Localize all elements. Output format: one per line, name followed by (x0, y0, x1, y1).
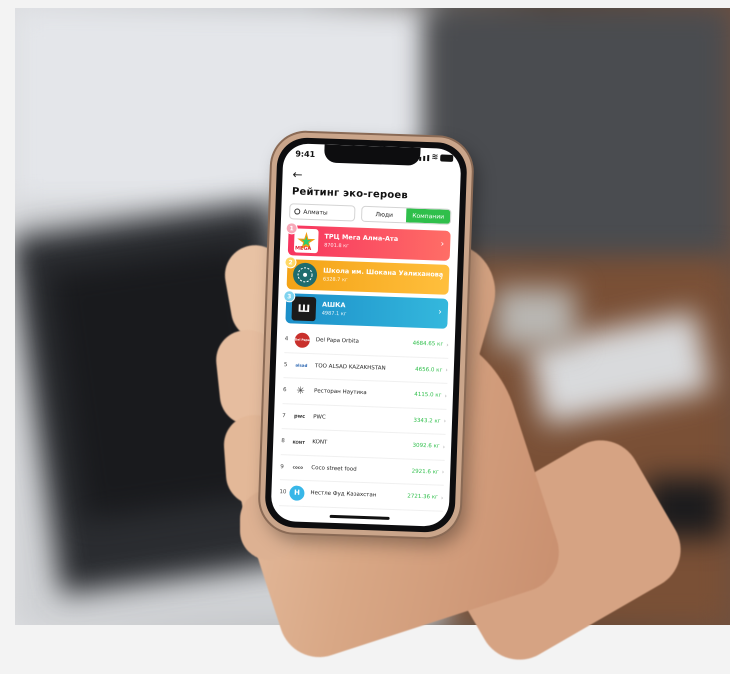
company-value: 2921.6 кг (411, 468, 439, 476)
arrow-left-icon[interactable]: ← (292, 167, 303, 181)
chevron-right-icon: › (445, 367, 448, 375)
chevron-right-icon: › (441, 468, 445, 477)
signal-icon (423, 155, 426, 161)
rank-number: 7 (282, 412, 286, 419)
phone-screen: 9:41 ≋ ← Рейтинг эко-героев Алматы Люди … (270, 143, 462, 527)
company-avatar: pwc (291, 408, 308, 425)
city-label: Алматы (303, 208, 328, 217)
chevron-right-icon: › (446, 341, 449, 349)
rank-number: 5 (283, 361, 288, 369)
status-icons: ≋ (415, 152, 454, 162)
company-name: Нестле Фуд Казахстан (310, 490, 377, 499)
chevron-right-icon: › (440, 494, 444, 502)
company-name: Coco street food (311, 464, 357, 473)
company-name: ТРЦ Мега Алма-Ата (324, 232, 399, 244)
company-score: 6328.7 кг (322, 276, 348, 284)
city-selector[interactable]: Алматы (288, 203, 356, 222)
phone-notch (323, 144, 421, 166)
company-logo-text: MEGA (294, 245, 312, 253)
company-logo: Ш (291, 296, 317, 322)
rank-number: 10 (279, 489, 287, 496)
chevron-right-icon: › (442, 443, 446, 451)
rank-list: 4 Del Papa Del Papa Orbita 4684.65 кг › … (278, 327, 450, 512)
chevron-right-icon: › (444, 392, 448, 400)
rank-number: 6 (282, 387, 287, 394)
company-name: ТОО ALSAD KAZAKHSTAN (314, 362, 386, 372)
location-icon (294, 208, 301, 215)
company-value: 2721.36 кг (407, 493, 439, 501)
chevron-right-icon: › (440, 239, 445, 250)
company-avatar: alsad (293, 357, 310, 374)
company-value: 4115.0 кг (414, 391, 442, 399)
company-logo (292, 262, 318, 288)
battery-icon (440, 154, 454, 162)
company-avatar: ✳ (292, 383, 309, 399)
company-name: PWC (313, 413, 326, 421)
page-title: Рейтинг эко-героев (291, 186, 409, 202)
company-value: 3343.2 кг (413, 417, 441, 425)
rank-number: 9 (280, 463, 284, 470)
list-item[interactable]: 10 H Нестле Фуд Казахстан 2721.36 кг › (278, 480, 444, 512)
tab-people[interactable]: Люди (362, 207, 406, 223)
top-rank-card[interactable]: MEGA 1 ТРЦ Мега Алма-Ата 8701.8 кг › (285, 222, 451, 261)
filter-bar: Алматы Люди Компании (288, 203, 452, 225)
company-name: Ресторан Наутика (313, 388, 367, 397)
company-avatar: coco (290, 459, 306, 476)
chevron-right-icon: › (443, 418, 447, 426)
segment-control: Люди Компании (360, 205, 452, 225)
rank-number: 8 (281, 438, 285, 445)
tab-companies[interactable]: Компании (405, 208, 451, 224)
top-rank-card[interactable]: Ш 3 АШКА 4987.1 кг › (283, 290, 449, 329)
company-name: Del Papa Orbita (315, 337, 359, 346)
top-rank-card[interactable]: 2 Школа им. Шокана Уалиханова 6328.7 кг … (284, 256, 450, 295)
company-avatar: Del Papa (294, 332, 311, 348)
company-name: АШКА (321, 300, 346, 310)
company-avatar: KONT (290, 434, 307, 450)
status-time: 9:41 (295, 149, 316, 160)
company-value: 3092.6 кг (412, 442, 440, 450)
company-value: 4656.0 кг (415, 366, 443, 374)
rank-number: 4 (284, 336, 289, 343)
background-window (425, 8, 730, 268)
company-score: 4987.1 кг (321, 310, 347, 318)
company-logo: MEGA (293, 228, 319, 254)
smartphone: 9:41 ≋ ← Рейтинг эко-героев Алматы Люди … (259, 131, 473, 539)
chevron-right-icon: › (439, 273, 444, 284)
chevron-right-icon: › (438, 307, 443, 318)
company-value: 4684.65 кг (412, 340, 444, 348)
company-name: KONT (312, 439, 328, 446)
home-indicator[interactable] (329, 514, 390, 520)
wifi-icon: ≋ (431, 152, 439, 162)
company-score: 8701.8 кг (323, 242, 349, 250)
background-object (495, 288, 575, 348)
company-avatar: H (289, 485, 305, 501)
signal-icon (427, 155, 430, 162)
signal-icon (419, 156, 422, 161)
